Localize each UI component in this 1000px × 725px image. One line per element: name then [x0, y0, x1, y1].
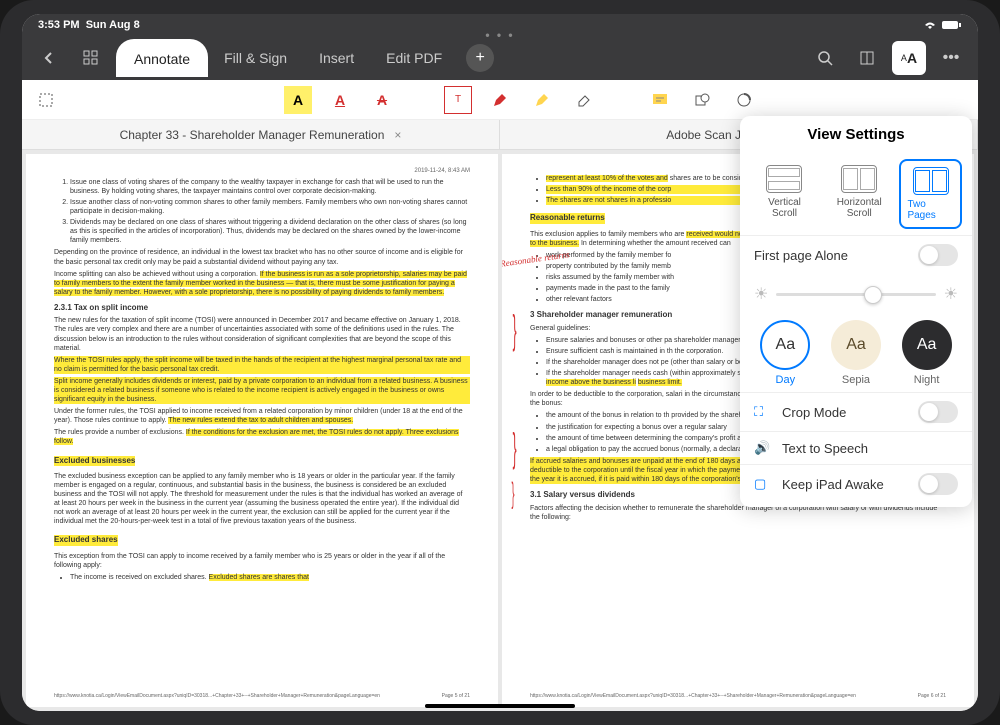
- status-time: 3:53 PM: [38, 19, 80, 31]
- doc-tab-1[interactable]: Chapter 33 - Shareholder Manager Remuner…: [22, 120, 500, 149]
- pen-tool[interactable]: [486, 86, 514, 114]
- home-indicator[interactable]: [425, 704, 575, 708]
- crop-mode-toggle[interactable]: [918, 401, 958, 423]
- bracket-annotation: }: [513, 304, 517, 356]
- stamp-tool[interactable]: [730, 86, 758, 114]
- add-tab-button[interactable]: +: [466, 44, 494, 72]
- vertical-scroll-mode[interactable]: Vertical Scroll: [750, 159, 819, 229]
- thumbnails-button[interactable]: [74, 41, 108, 75]
- theme-sepia[interactable]: Aa: [831, 320, 881, 370]
- status-date: Sun Aug 8: [86, 19, 140, 31]
- heading: Excluded businesses: [54, 456, 135, 466]
- horizontal-scroll-mode[interactable]: Horizontal Scroll: [819, 159, 899, 229]
- select-tool[interactable]: [32, 86, 60, 114]
- body-text: Where the TOSI rules apply, the split in…: [54, 356, 470, 374]
- list-item: Issue one class of voting shares of the …: [70, 178, 470, 196]
- brightness-high-icon: ☀: [944, 284, 958, 304]
- body-text: Under the former rules, the TOSI applied…: [54, 407, 470, 425]
- battery-icon: [942, 20, 962, 30]
- body-text: Split income generally includes dividend…: [54, 377, 470, 404]
- page-timestamp: 2019-11-24, 8:43 AM: [54, 168, 470, 176]
- tab-editpdf[interactable]: Edit PDF: [370, 40, 458, 76]
- body-text: The new rules for the taxation of split …: [54, 316, 470, 352]
- brightness-low-icon: ☀: [754, 284, 768, 304]
- brightness-slider[interactable]: [776, 293, 935, 296]
- body-text: Income splitting can also be achieved wi…: [54, 270, 470, 297]
- top-toolbar: Annotate Fill & Sign Insert Edit PDF + A…: [22, 36, 978, 80]
- tts-label: Text to Speech: [782, 441, 958, 456]
- page-footer: https://www.knotia.ca/Login/ViewEmailDoc…: [54, 693, 470, 700]
- note-tool[interactable]: [646, 86, 674, 114]
- shape-tool[interactable]: [688, 86, 716, 114]
- textbox-tool[interactable]: T: [444, 86, 472, 114]
- strikethrough-tool[interactable]: A: [368, 86, 396, 114]
- body-text: Depending on the province of residence, …: [54, 248, 470, 266]
- annotation-toolbar: A A A T: [22, 80, 978, 120]
- crop-icon: ⛶: [754, 404, 772, 420]
- status-icons: [922, 20, 962, 30]
- eraser-tool[interactable]: [570, 86, 598, 114]
- doc-tab-1-label: Chapter 33 - Shareholder Manager Remuner…: [120, 128, 385, 142]
- list-item: Dividends may be declared on one class o…: [70, 218, 470, 245]
- keep-awake-toggle[interactable]: [918, 473, 958, 495]
- page-left[interactable]: 2019-11-24, 8:43 AM Issue one class of v…: [26, 154, 498, 707]
- bracket-annotation: }: [512, 474, 515, 513]
- bracket-annotation: }: [513, 422, 517, 474]
- display-icon: ▢: [754, 476, 772, 492]
- first-page-alone-label: First page Alone: [754, 248, 848, 263]
- underline-tool[interactable]: A: [326, 86, 354, 114]
- body-text: The excluded business exception can be a…: [54, 472, 470, 527]
- close-icon[interactable]: ×: [394, 128, 401, 142]
- view-settings-title: View Settings: [740, 116, 972, 153]
- theme-day[interactable]: Aa: [760, 320, 810, 370]
- first-page-alone-toggle[interactable]: [918, 244, 958, 266]
- tab-insert[interactable]: Insert: [303, 40, 370, 76]
- wifi-icon: [922, 20, 938, 30]
- body-text: This exception from the TOSI can apply t…: [54, 552, 470, 570]
- view-settings-button[interactable]: AA: [892, 41, 926, 75]
- tab-annotate[interactable]: Annotate: [116, 39, 208, 77]
- crop-mode-label: Crop Mode: [782, 405, 908, 420]
- heading: Reasonable returns: [530, 213, 605, 223]
- highlight-tool[interactable]: A: [284, 86, 312, 114]
- list-item: The income is received on excluded share…: [70, 573, 470, 582]
- multitask-dots[interactable]: • • •: [485, 28, 514, 42]
- page-footer: https://www.knotia.ca/Login/ViewEmailDoc…: [530, 693, 946, 700]
- search-button[interactable]: [808, 41, 842, 75]
- heading: Excluded shares: [54, 535, 118, 545]
- heading: 2.3.1 Tax on split income: [54, 303, 470, 313]
- body-text: The rules provide a number of exclusions…: [54, 428, 470, 446]
- status-bar: 3:53 PM Sun Aug 8 • • •: [22, 14, 978, 36]
- highlighter-tool[interactable]: [528, 86, 556, 114]
- two-pages-mode[interactable]: Two Pages: [899, 159, 962, 229]
- tab-fillsign[interactable]: Fill & Sign: [208, 40, 303, 76]
- list-item: Issue another class of non-voting common…: [70, 198, 470, 216]
- speaker-icon: 🔊: [754, 440, 772, 456]
- bookmarks-button[interactable]: [850, 41, 884, 75]
- theme-night[interactable]: Aa: [902, 320, 952, 370]
- more-button[interactable]: •••: [934, 41, 968, 75]
- keep-awake-label: Keep iPad Awake: [782, 477, 908, 492]
- mode-tabs: Annotate Fill & Sign Insert Edit PDF +: [116, 39, 494, 77]
- view-settings-panel: View Settings Vertical Scroll Horizontal…: [740, 116, 972, 507]
- back-button[interactable]: [32, 41, 66, 75]
